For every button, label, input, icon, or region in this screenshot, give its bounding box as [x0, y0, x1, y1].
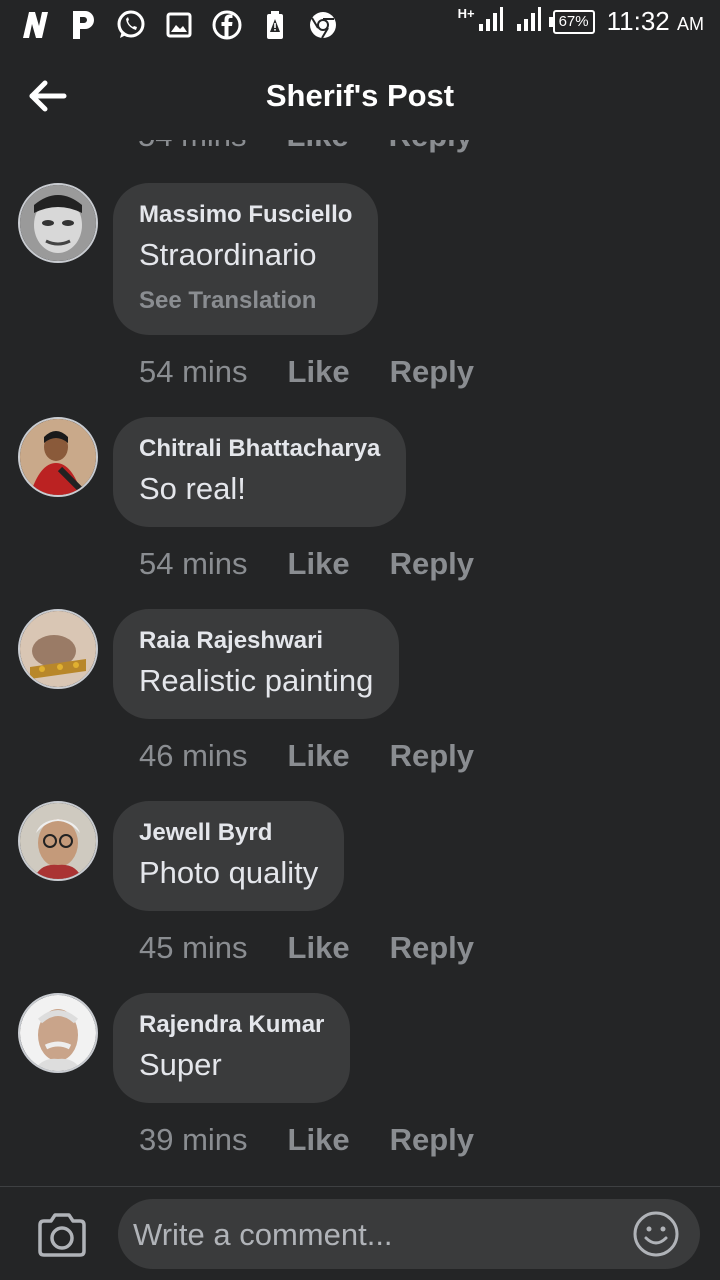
- comment-bubble[interactable]: Jewell Byrd Photo quality: [113, 801, 345, 911]
- comment-text: Super: [139, 1047, 222, 1082]
- comment-bubble[interactable]: Massimo Fusciello Straordinario See Tran…: [113, 183, 379, 335]
- battery-indicator: 67%: [548, 9, 595, 34]
- comment-input[interactable]: [131, 1199, 615, 1271]
- facebook-icon: [210, 8, 244, 42]
- comment-time: 54 mins: [139, 354, 248, 389]
- see-translation-link[interactable]: See Translation: [139, 287, 352, 315]
- like-button[interactable]: Like: [287, 140, 349, 154]
- comment-bubble[interactable]: Raia Rajeshwari Realistic painting: [113, 609, 400, 719]
- notification-icons: [18, 8, 340, 42]
- avatar[interactable]: [18, 993, 98, 1073]
- comment-actions: 54 mins Like Reply: [139, 546, 514, 582]
- comment-list[interactable]: 54 mins Like Reply Massimo Fusciello Str…: [0, 140, 720, 1186]
- comment-text: So real!: [139, 471, 246, 506]
- comment-input-container[interactable]: [118, 1199, 700, 1271]
- comment-bubble[interactable]: Chitrali Bhattacharya So real!: [113, 417, 407, 527]
- comment-time: 54 mins: [139, 546, 248, 581]
- comment-time: 54 mins: [138, 140, 247, 154]
- emoji-icon[interactable]: [632, 1210, 680, 1258]
- like-button[interactable]: Like: [288, 546, 350, 582]
- page-title: Sherif's Post: [265, 78, 455, 113]
- comment-actions: 45 mins Like Reply: [139, 930, 514, 966]
- status-right: H+ 67% 11:32 AM: [458, 6, 704, 37]
- comment-text: Realistic painting: [139, 663, 374, 698]
- avatar[interactable]: [18, 609, 98, 689]
- clock-time: 11:32: [606, 6, 670, 36]
- comment-author[interactable]: Jewell Byrd: [139, 819, 318, 847]
- like-button[interactable]: Like: [288, 930, 350, 966]
- comment-time: 39 mins: [139, 1122, 248, 1157]
- signal-icon-2: [515, 6, 541, 37]
- comment-author[interactable]: Chitrali Bhattacharya: [139, 435, 380, 463]
- avatar[interactable]: [18, 417, 98, 497]
- n-icon: [18, 8, 52, 42]
- status-bar: H+ 67% 11:32 AM: [0, 0, 720, 50]
- comment-text: Straordinario: [139, 237, 317, 272]
- avatar[interactable]: [18, 183, 98, 263]
- comment-author[interactable]: Raia Rajeshwari: [139, 627, 373, 655]
- comment-actions: 54 mins Like Reply: [139, 354, 514, 390]
- chrome-icon: [306, 8, 340, 42]
- reply-button[interactable]: Reply: [389, 140, 473, 154]
- comment-composer: [0, 1187, 720, 1280]
- comment-text: Photo quality: [139, 855, 319, 890]
- comment-bubble[interactable]: Rajendra Kumar Super: [113, 993, 351, 1103]
- comment-actions: 39 mins Like Reply: [139, 1122, 514, 1158]
- comment-time: 46 mins: [139, 738, 248, 773]
- gallery-icon: [162, 8, 196, 42]
- page-header: Sherif's Post: [0, 50, 720, 140]
- reply-button[interactable]: Reply: [390, 930, 474, 966]
- reply-button[interactable]: Reply: [390, 1122, 474, 1158]
- comment-author[interactable]: Rajendra Kumar: [139, 1011, 324, 1039]
- partial-comment-actions: 54 mins Like Reply: [138, 140, 473, 154]
- reply-button[interactable]: Reply: [390, 738, 474, 774]
- like-button[interactable]: Like: [288, 738, 350, 774]
- comment-author[interactable]: Massimo Fusciello: [139, 201, 352, 229]
- comment-actions: 46 mins Like Reply: [139, 738, 514, 774]
- p-icon: [66, 8, 100, 42]
- clock: 11:32 AM: [607, 6, 704, 37]
- reply-button[interactable]: Reply: [390, 546, 474, 582]
- avatar[interactable]: [18, 801, 98, 881]
- like-button[interactable]: Like: [288, 354, 350, 390]
- signal-icon-1: [477, 6, 503, 37]
- like-button[interactable]: Like: [288, 1122, 350, 1158]
- battery-alert-icon: [258, 8, 292, 42]
- whatsapp-icon: [114, 8, 148, 42]
- reply-button[interactable]: Reply: [390, 354, 474, 390]
- network-type: H+: [457, 6, 475, 21]
- clock-ampm: AM: [677, 14, 704, 34]
- comment-time: 45 mins: [139, 930, 248, 965]
- camera-icon[interactable]: [36, 1213, 88, 1257]
